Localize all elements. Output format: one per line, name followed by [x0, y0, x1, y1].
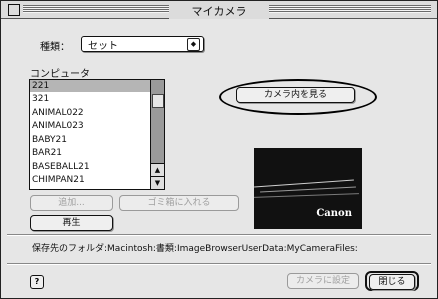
- scroll-up-arrow-icon[interactable]: ▲: [151, 163, 164, 176]
- light-streak: [260, 186, 356, 193]
- type-label: 種類：: [40, 42, 70, 53]
- view-in-camera-button[interactable]: カメラ内を見る: [236, 87, 355, 103]
- type-popup-value: セット: [88, 41, 118, 52]
- window-title: マイカメラ: [169, 3, 269, 19]
- help-button[interactable]: ?: [30, 275, 44, 289]
- computer-file-list[interactable]: 221 321 ANIMAL022 ANIMAL023 BABY21 BAR21…: [29, 79, 165, 190]
- add-button[interactable]: 追加...: [30, 195, 113, 211]
- separator: [7, 234, 431, 236]
- set-to-camera-button[interactable]: カメラに設定: [287, 273, 359, 289]
- scroll-thumb[interactable]: [152, 94, 164, 108]
- close-box[interactable]: [8, 4, 20, 16]
- canon-logo: Canon: [316, 208, 352, 219]
- light-streak: [254, 179, 354, 188]
- list-item[interactable]: CHIMPAN21: [30, 174, 150, 186]
- list-item[interactable]: ANIMAL022: [30, 107, 150, 119]
- popup-arrows-icon: ◆: [187, 38, 200, 51]
- title-bar[interactable]: マイカメラ: [1, 1, 437, 19]
- list-item[interactable]: BASEBALL21: [30, 161, 150, 173]
- list-item[interactable]: BABY21: [30, 134, 150, 146]
- my-camera-window: マイカメラ 種類： セット ◆ コンピュータ 221 321 ANIMAL022…: [0, 0, 438, 299]
- play-button[interactable]: 再生: [30, 215, 113, 231]
- list-item[interactable]: 321: [30, 93, 150, 105]
- scroll-down-arrow-icon[interactable]: ▼: [151, 176, 164, 189]
- separator: [7, 263, 431, 265]
- list-item[interactable]: BAR21: [30, 147, 150, 159]
- camera-preview-image: Canon: [254, 148, 362, 229]
- close-button[interactable]: 閉じる: [369, 274, 415, 290]
- type-popup[interactable]: セット ◆: [81, 36, 204, 52]
- list-item[interactable]: ANIMAL023: [30, 120, 150, 132]
- computer-label: コンピュータ: [30, 69, 90, 80]
- light-streak: [254, 193, 359, 198]
- trash-button[interactable]: ゴミ箱に入れる: [119, 195, 239, 211]
- save-folder-path: 保存先のフォルダ:Macintosh:書類:ImageBrowserUserDa…: [32, 244, 358, 254]
- list-scrollbar[interactable]: ▲ ▼: [150, 80, 164, 189]
- list-item[interactable]: 221: [30, 80, 150, 92]
